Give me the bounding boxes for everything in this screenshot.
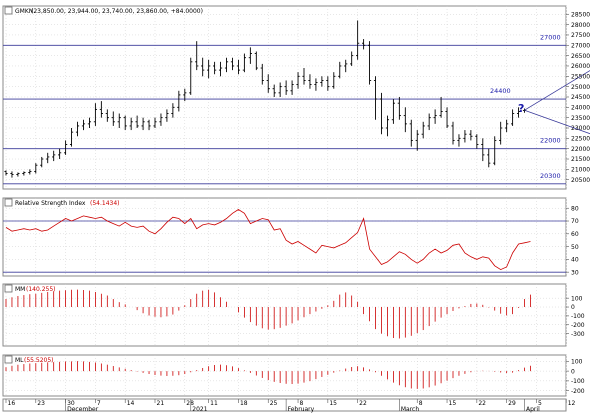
rsi-header: Relative Strength Index (54.1434) <box>4 198 120 207</box>
ml-header-value: (55.5205) <box>24 357 54 364</box>
x-month-label: March <box>401 406 419 413</box>
x-tick-label: 15 <box>329 400 337 407</box>
x-tick-label: 15 <box>449 400 457 407</box>
y-tick-label: 26500 <box>571 53 590 60</box>
panel-icon[interactable] <box>4 6 13 15</box>
y-tick-label: 100 <box>571 295 583 302</box>
y-tick-label: 80 <box>571 205 579 212</box>
y-tick-label: -300 <box>571 331 585 338</box>
y-tick-label: 22500 <box>571 136 590 143</box>
panel-icon[interactable] <box>4 284 13 293</box>
x-tick-label: 22 <box>478 400 486 407</box>
y-tick-label: 21000 <box>571 167 590 174</box>
x-tick-label: 12 <box>568 400 576 407</box>
x-tick-label: 14 <box>127 400 135 407</box>
y-tick-label: 50 <box>571 244 579 251</box>
price-header-values: (23,850.00, 23,944.00, 23,740.00, 23,860… <box>31 8 203 15</box>
y-tick-label: 28000 <box>571 22 590 29</box>
rsi-header-name: Relative Strength Index <box>15 200 86 207</box>
y-tick-label: 23500 <box>571 115 590 122</box>
x-month-label: 2021 <box>192 406 207 413</box>
panel-icon[interactable] <box>4 355 13 364</box>
y-tick-label: 25500 <box>571 74 590 81</box>
y-tick-label: 23000 <box>571 125 590 132</box>
y-tick-label: 24500 <box>571 94 590 101</box>
y-tick-label: 0 <box>571 304 575 311</box>
level-label: 20300 <box>540 172 561 180</box>
y-tick-label: 22000 <box>571 146 590 153</box>
level-label: 24400 <box>490 87 511 95</box>
y-tick-label: -100 <box>571 378 585 385</box>
ml-header: ML (55.5205) <box>4 355 54 364</box>
x-tick-label: 8 <box>419 400 423 407</box>
question-mark-annotation: ? <box>518 102 524 115</box>
chart-canvas: 27000244002200020300 2050021000215002200… <box>0 0 590 413</box>
y-tick-label: -200 <box>571 388 585 395</box>
mm-header-value: (140.255) <box>26 286 56 293</box>
y-tick-label: 24000 <box>571 105 590 112</box>
y-tick-label: 0 <box>571 368 575 375</box>
x-tick-label: 16 <box>8 400 16 407</box>
x-tick-label: 29 <box>508 400 516 407</box>
x-tick-label: 25 <box>270 400 278 407</box>
x-month-label: April <box>526 406 540 413</box>
y-tick-label: 27500 <box>571 32 590 39</box>
x-tick-label: 11 <box>210 400 218 407</box>
y-tick-label: 100 <box>571 359 583 366</box>
y-tick-label: 30 <box>571 269 579 276</box>
level-label: 27000 <box>540 33 561 41</box>
y-tick-label: 70 <box>571 218 579 225</box>
y-tick-label: 40 <box>571 257 579 264</box>
y-tick-label: 28500 <box>571 11 590 18</box>
y-tick-label: 21500 <box>571 156 590 163</box>
price-header: GMKN (23,850.00, 23,944.00, 23,740.00, 2… <box>4 6 203 15</box>
y-tick-label: 20500 <box>571 177 590 184</box>
y-tick-label: 60 <box>571 231 579 238</box>
chart-window: 27000 24400 22000 20300 20500 21000 21500 2200… <box>0 0 590 413</box>
level-label: 22000 <box>540 137 561 145</box>
y-tick-label: 26000 <box>571 63 590 70</box>
x-tick-label: 21 <box>157 400 165 407</box>
panel-icon[interactable] <box>4 198 13 207</box>
x-month-label: February <box>288 406 315 413</box>
x-tick-label: 18 <box>240 400 248 407</box>
y-tick-label: 25000 <box>571 84 590 91</box>
x-tick-label: 23 <box>37 400 45 407</box>
x-month-label: December <box>67 406 99 413</box>
x-tick-label: 22 <box>359 400 367 407</box>
y-tick-label: -200 <box>571 322 585 329</box>
ml-header-name: ML <box>15 357 24 364</box>
mm-header-name: MM <box>15 286 25 293</box>
rsi-header-value: (54.1434) <box>90 200 120 207</box>
y-tick-label: -100 <box>571 313 585 320</box>
y-tick-label: 27000 <box>571 42 590 49</box>
